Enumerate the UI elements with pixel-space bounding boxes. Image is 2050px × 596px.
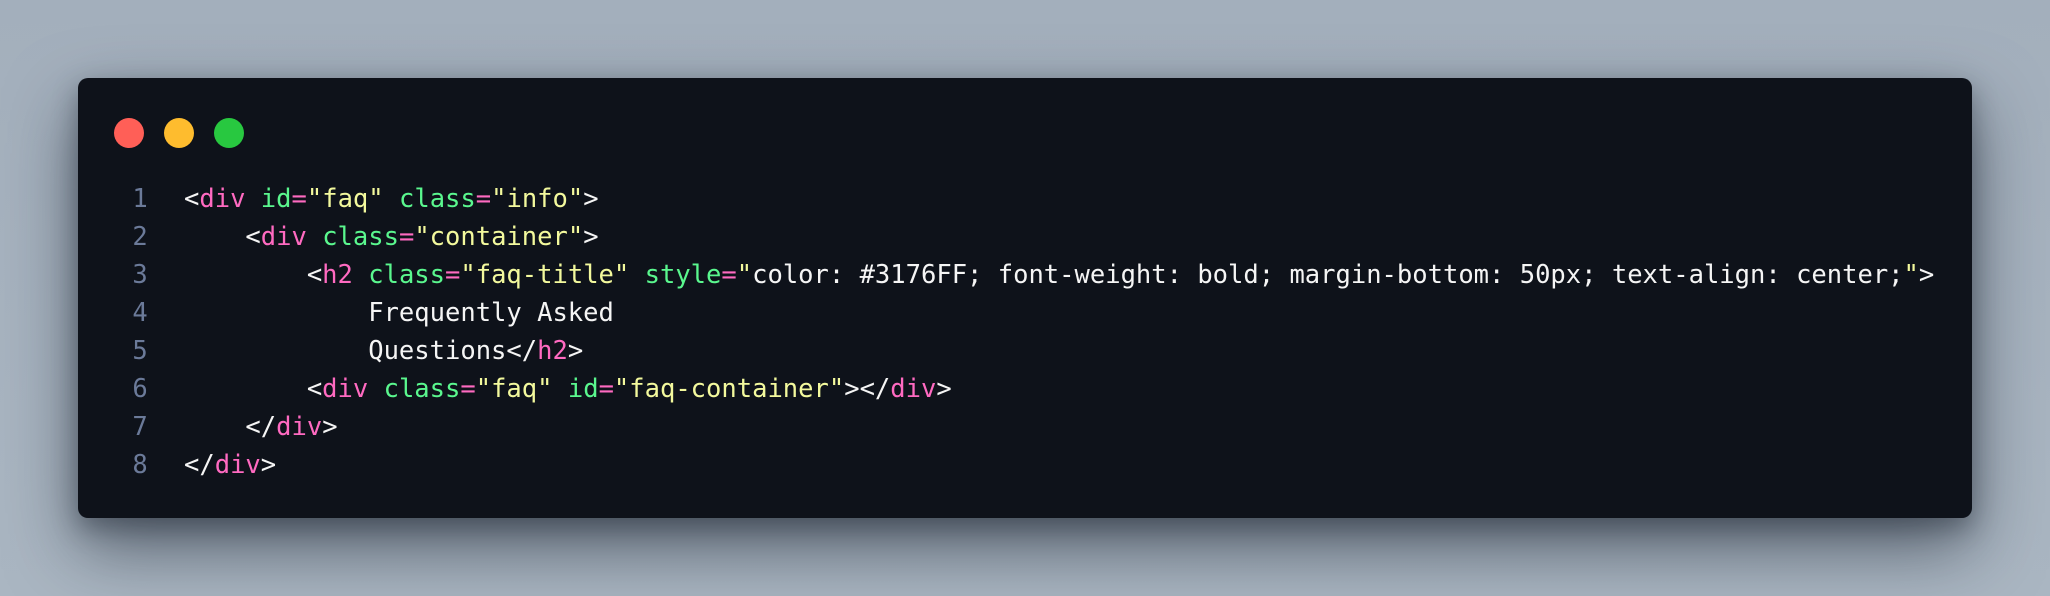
code-line: 1 <div id="faq" class="info"> [114,180,1934,218]
code-token-text: Questions [184,336,507,366]
code-token-punct [552,374,567,404]
line-content: <div class="container"> [166,218,599,256]
line-number: 2 [132,222,148,252]
code-token-attr: class [368,260,446,290]
code-token-tag: = [291,184,307,214]
code-token-punct: > [567,336,584,366]
code-token-str: "container" [414,222,584,252]
code-token-punct: </ [184,450,215,480]
code-token-str: " [1903,260,1919,290]
code-token-punct [307,222,322,252]
code-token-tag: = [460,374,476,404]
close-dot-icon[interactable] [114,118,144,148]
code-window: 1 <div id="faq" class="info"> 2 <div class… [78,78,1972,518]
code-token-punct: > [583,184,599,214]
code-token-punct: </ [506,336,538,366]
code-token-tag: div [214,450,261,480]
minimize-dot-icon[interactable] [164,118,194,148]
line-content: </div> [166,446,276,484]
line-content: Frequently Asked [166,294,614,332]
line-number: 3 [132,260,148,290]
code-token-punct [384,184,399,214]
code-token-punct: < [184,260,323,290]
code-token-punct [245,184,260,214]
code-token-str: "faq-title" [460,260,630,290]
code-token-text: Frequently Asked [184,298,614,328]
code-token-attr: class [322,222,399,252]
code-token-tag: div [260,222,307,252]
code-token-attr: class [383,374,461,404]
code-token-str: "faq" [475,374,553,404]
code-token-tag: div [276,412,323,442]
code-line: 7 </div> [114,408,1934,446]
code-token-punct: ></ [844,374,891,404]
line-number: 1 [132,184,148,214]
line-number: 8 [132,450,148,480]
code-token-punct: > [260,450,277,480]
line-number: 4 [132,298,148,328]
code-token-str: "info" [491,184,584,214]
code-token-punct [368,374,383,404]
code-token-str: " [736,260,753,290]
code-token-str: "faq-container" [613,374,845,404]
window-controls [114,118,244,148]
line-number: 6 [132,374,148,404]
code-token-punct [629,260,644,290]
code-token-punct: < [184,374,323,404]
line-number: 5 [132,336,148,366]
code-token-str: "faq" [306,184,384,214]
code-token-tag: = [721,260,737,290]
line-content: <div id="faq" class="info"> [166,180,599,218]
code-token-tag: div [322,374,369,404]
code-line: 8 </div> [114,446,1934,484]
code-token-text: color: #3176FF; font-weight: bold; margi… [752,260,1904,290]
code-token-tag: = [445,260,461,290]
code-token-tag: div [890,374,937,404]
code-line: 2 <div class="container"> [114,218,1934,256]
code-line: 5 Questions</h2> [114,332,1934,370]
code-token-tag: = [475,184,492,214]
code-token-attr: class [398,184,476,214]
zoom-dot-icon[interactable] [214,118,244,148]
code-token-punct: > [936,374,952,404]
code-line: 3 <h2 class="faq-title" style="color: #3… [114,256,1934,294]
code-token-punct: > [583,222,599,252]
code-line: 6 <div class="faq" id="faq-container"></… [114,370,1934,408]
code-token-attr: id [260,184,292,214]
line-content: <h2 class="faq-title" style="color: #317… [166,256,1934,294]
code-token-punct: </ [184,412,277,442]
code-token-tag: h2 [537,336,568,366]
code-token-punct: > [1918,260,1935,290]
code-token-tag: = [398,222,415,252]
code-token-attr: style [644,260,722,290]
code-token-punct: < [184,222,261,252]
line-content: <div class="faq" id="faq-container"></di… [166,370,952,408]
code-token-tag: div [199,184,246,214]
code-token-punct [353,260,368,290]
code-token-attr: id [567,374,599,404]
line-content: Questions</h2> [166,332,583,370]
code-line: 4 Frequently Asked [114,294,1934,332]
code-token-tag: h2 [322,260,353,290]
line-content: </div> [166,408,338,446]
code-block[interactable]: 1 <div id="faq" class="info"> 2 <div class… [114,180,1934,484]
code-token-punct: < [184,184,200,214]
line-number: 7 [132,412,148,442]
code-token-punct: > [322,412,338,442]
code-token-tag: = [598,374,614,404]
